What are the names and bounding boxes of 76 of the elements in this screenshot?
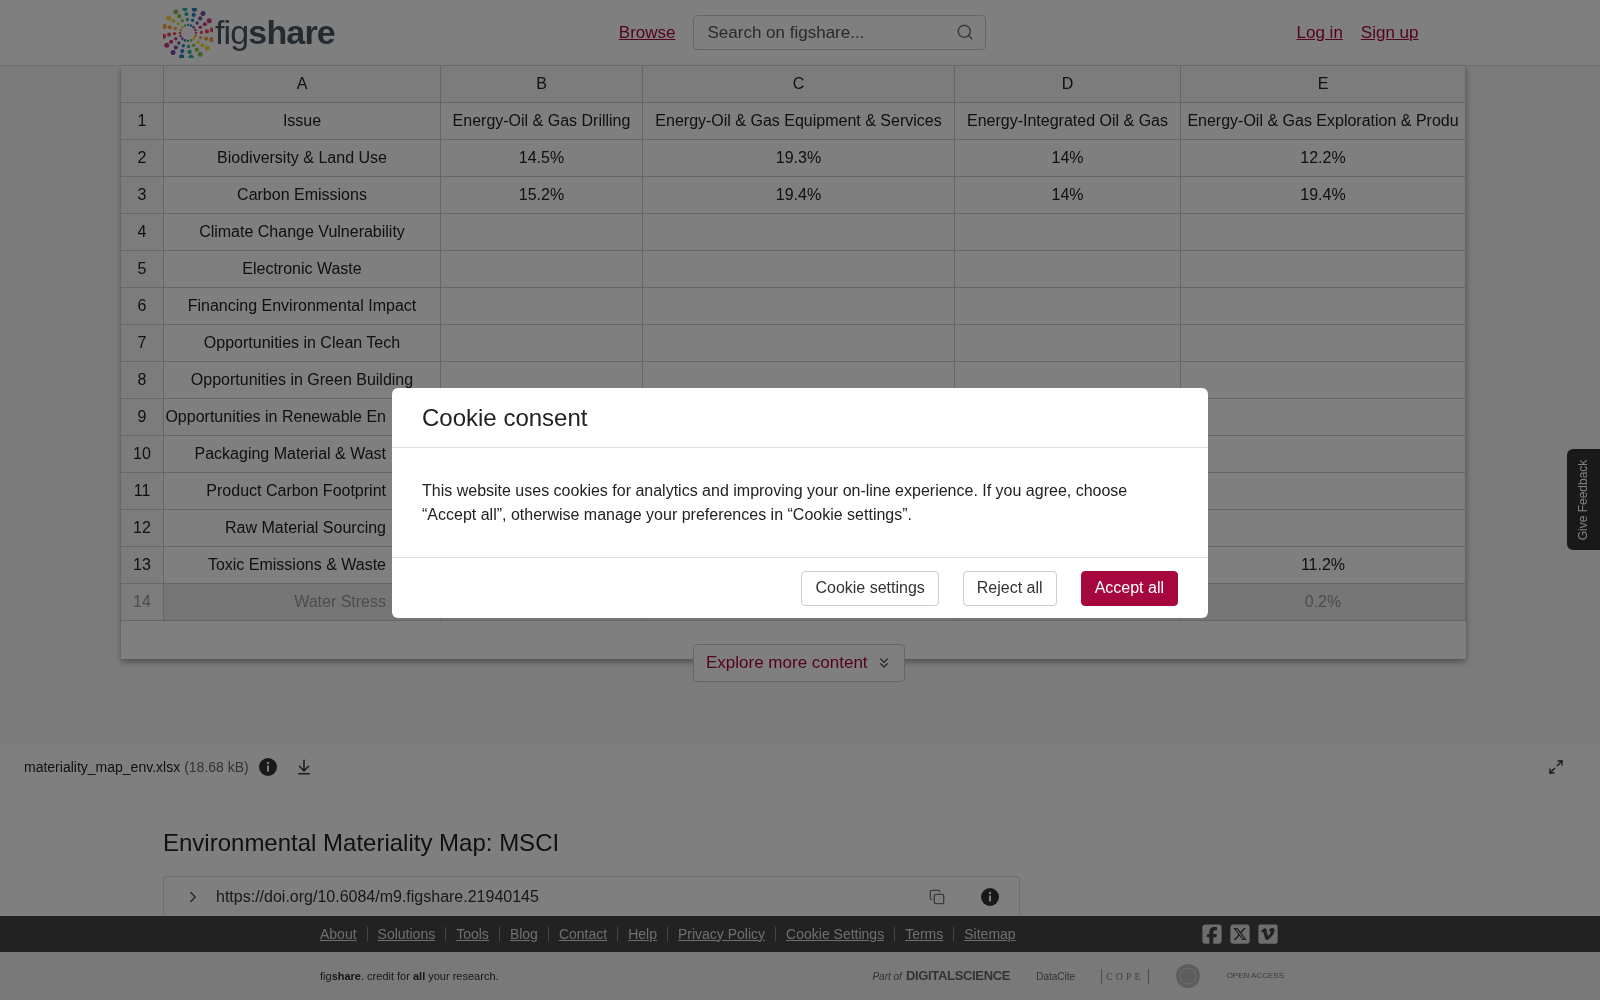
table-cell: Issue	[164, 103, 441, 140]
expand-icon[interactable]	[1548, 759, 1564, 775]
footer-link[interactable]: Contact	[558, 923, 608, 945]
row-number: 3	[121, 177, 164, 214]
dialog-button[interactable]: Cookie settings	[801, 570, 939, 606]
footer-link[interactable]: Terms	[905, 923, 944, 945]
footer-link[interactable]: Blog	[509, 923, 538, 945]
info-icon[interactable]	[981, 887, 999, 906]
table-cell: Electronic Waste	[164, 251, 441, 288]
feedback-tab[interactable]: Give Feedback	[1567, 449, 1600, 550]
table-cell: Biodiversity & Land Use	[164, 140, 441, 177]
dialog-button[interactable]: Reject all	[962, 570, 1057, 606]
table-cell: 15.2%	[441, 177, 643, 214]
feedback-label[interactable]: Give Feedback	[1574, 459, 1593, 540]
table-cell: Carbon Emissions	[164, 177, 441, 214]
seal-icon	[1174, 963, 1201, 989]
table-cell: 19.3%	[643, 140, 955, 177]
logo-text[interactable]: figshare	[215, 7, 335, 58]
file-name: materiality_map_env.xlsx	[24, 757, 181, 777]
footer-link[interactable]: Help	[628, 923, 657, 945]
doi-link[interactable]: https://doi.org/10.6084/m9.figshare.21940145	[216, 884, 539, 909]
row-number: 4	[121, 214, 164, 251]
row-number: 12	[121, 510, 164, 547]
footer-link[interactable]: Cookie Settings	[786, 923, 885, 945]
table-cell: 14%	[955, 140, 1181, 177]
row-number: 10	[121, 436, 164, 473]
row-number: 8	[121, 362, 164, 399]
table-cell: Energy-Oil & Gas Exploration & Produ	[1181, 103, 1466, 140]
row-number: 2	[121, 140, 164, 177]
explore-more-button[interactable]: Explore more content	[693, 644, 905, 682]
footer-link[interactable]: Sitemap	[964, 923, 1016, 945]
table-cell: Financing Environmental Impact	[164, 288, 441, 325]
copy-icon[interactable]	[929, 888, 945, 905]
row-number: 7	[121, 325, 164, 362]
dialog-button[interactable]: Accept all	[1080, 570, 1178, 606]
column-header: D	[955, 66, 1181, 103]
column-header: E	[1181, 66, 1466, 103]
table-cell: 14.5%	[441, 140, 643, 177]
row-number: 5	[121, 251, 164, 288]
table-cell: Opportunities in Clean Tech	[164, 325, 441, 362]
footer-link[interactable]: About	[320, 923, 357, 945]
info-icon[interactable]	[258, 758, 277, 776]
search-field[interactable]: Search on figshare...	[692, 15, 986, 50]
x-icon[interactable]	[1229, 923, 1251, 945]
column-header: A	[164, 66, 441, 103]
table-cell: 19.4%	[1181, 177, 1466, 214]
row-number: 1	[121, 103, 164, 140]
table-cell: 12.2%	[1181, 140, 1466, 177]
row-number: 11	[121, 473, 164, 510]
partner-logo-text: DataCite	[1036, 969, 1076, 984]
row-number: 9	[121, 399, 164, 436]
auth-link[interactable]: Sign up	[1360, 19, 1419, 46]
table-cell: 14%	[955, 177, 1181, 214]
table-cell: 19.4%	[643, 177, 955, 214]
partner-logo-prefix: Part of	[872, 969, 902, 984]
search-icon[interactable]	[955, 23, 974, 41]
footer-tagline: figshare. credit for all your research.	[320, 968, 499, 984]
partner-logo-text: DIGITALSCIENCE	[905, 967, 1011, 986]
footer-link[interactable]: Solutions	[377, 923, 436, 945]
vimeo-icon[interactable]	[1257, 923, 1279, 945]
row-number: 6	[121, 288, 164, 325]
table-cell: Energy-Oil & Gas Equipment & Services	[643, 103, 955, 140]
footer-link[interactable]: Privacy Policy	[677, 923, 766, 945]
table-cell: Climate Change Vulnerability	[164, 214, 441, 251]
row-number: 13	[121, 547, 164, 584]
footer-link[interactable]: Tools	[456, 923, 489, 945]
table-cell: Energy-Integrated Oil & Gas	[955, 103, 1181, 140]
page-title: Environmental Materiality Map: MSCI	[163, 828, 561, 858]
browse-link[interactable]: Browse	[618, 19, 676, 46]
column-header: C	[643, 66, 955, 103]
logo-icon	[163, 7, 213, 58]
facebook-icon[interactable]	[1201, 923, 1223, 945]
table-cell: Energy-Oil & Gas Drilling	[441, 103, 643, 140]
column-header: B	[441, 66, 643, 103]
auth-link[interactable]: Log in	[1296, 19, 1343, 46]
file-size: (18.68 kB)	[184, 757, 249, 777]
